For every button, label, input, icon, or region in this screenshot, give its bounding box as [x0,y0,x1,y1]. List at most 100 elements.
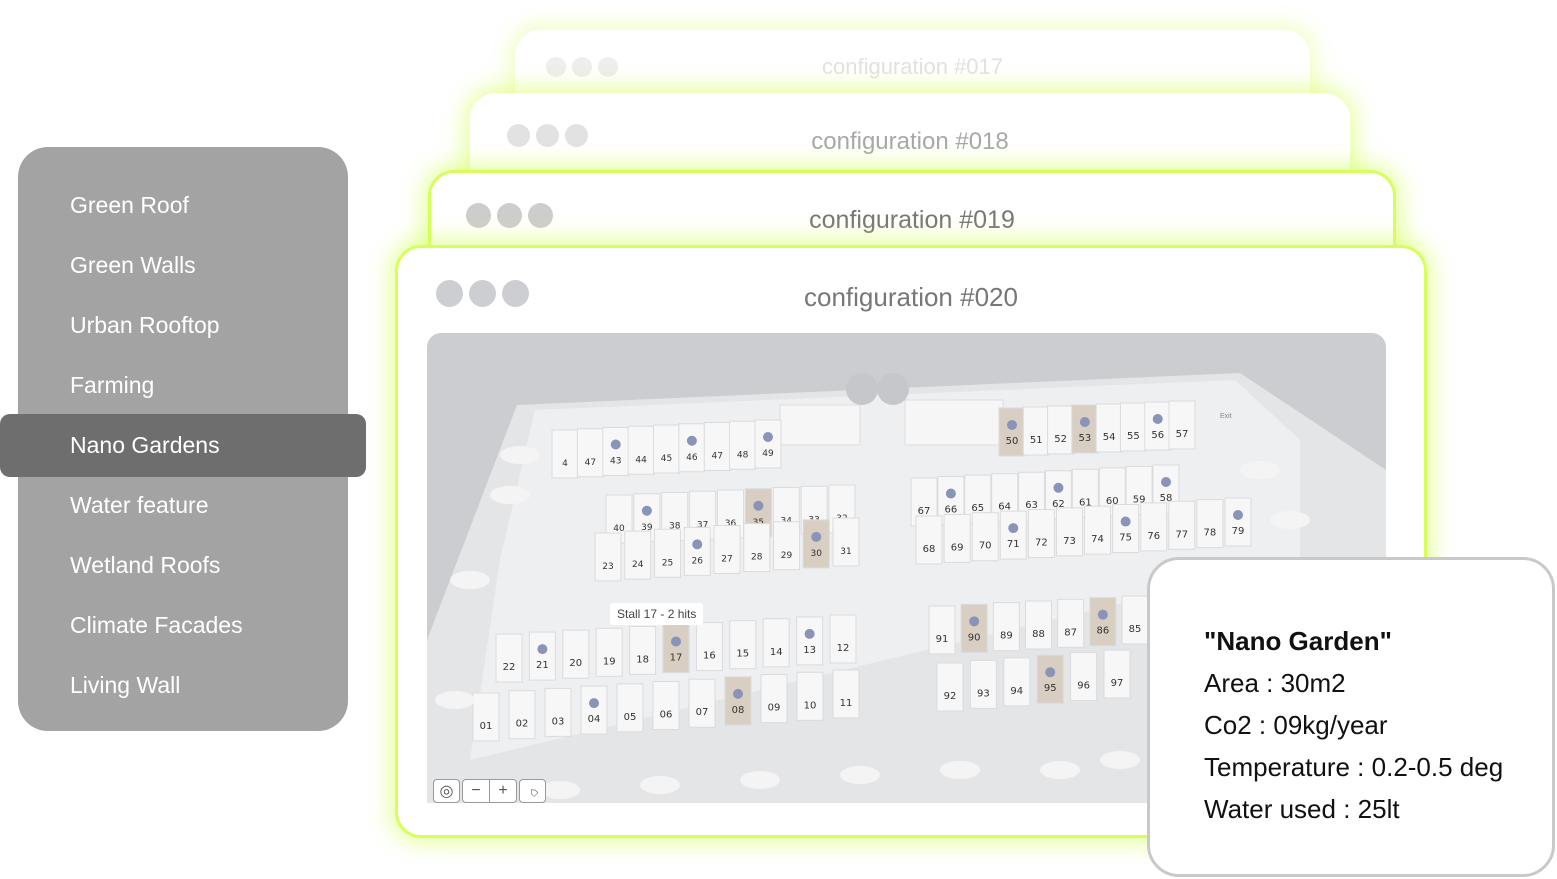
entrance-marker [846,373,878,405]
hit-marker [1045,667,1056,678]
table [1270,511,1310,529]
stall-10 [796,671,824,721]
stall-label: 47 [712,452,723,462]
stall-label: 74 [1091,534,1104,545]
zoom-out-button[interactable]: − [462,779,490,803]
stall-label: 14 [770,647,783,658]
sidebar-item-wetland-roofs[interactable]: Wetland Roofs [70,535,220,595]
stall-label: 24 [632,560,644,570]
stall-label: 01 [480,721,493,732]
stall-label: 06 [660,710,673,721]
hit-marker [811,531,822,542]
stall-label: 07 [696,707,709,718]
stall-label: 89 [1000,631,1013,642]
stall-label: 96 [1077,681,1090,692]
sidebar-item-nano-gardens[interactable]: Nano Gardens [0,414,366,477]
stall-89 [992,602,1020,652]
stall-77 [1168,500,1196,550]
stall-label: 22 [503,662,516,673]
stall-73 [1055,507,1083,557]
table [840,766,880,784]
tag-button[interactable]: ⌂ [519,779,546,803]
info-title: "Nano Garden" [1204,626,1392,656]
stall-69 [943,513,971,563]
stall-31 [832,517,860,567]
stall-51 [1022,406,1050,456]
stall-label: 11 [840,698,853,709]
stall-16 [695,622,723,672]
stall-72 [1027,508,1055,558]
window-title: configuration #018 [811,128,1009,155]
stall-label: 25 [662,558,673,568]
stall-label: 45 [661,454,672,464]
stall-44 [627,425,655,475]
table [1100,751,1140,769]
stall-21 [528,631,556,681]
table [940,761,980,779]
stall-label: 31 [840,547,851,557]
stall-label: 92 [944,691,957,702]
stall-label: 18 [636,654,649,665]
stall-label: 54 [1103,432,1116,443]
window-title: configuration #017 [821,54,1004,79]
stall-label: 05 [624,712,637,723]
table [1040,761,1080,779]
zoom-in-button[interactable]: + [489,779,517,803]
stall-85 [1121,595,1149,645]
hit-marker [1007,420,1017,430]
stall-label: 68 [923,544,936,555]
sidebar-item-climate-facades[interactable]: Climate Facades [70,595,243,655]
table [435,691,475,709]
table [450,571,490,589]
locate-button[interactable]: ◎ [433,779,460,803]
stall-label: 17 [670,653,683,664]
sidebar-item-green-walls[interactable]: Green Walls [70,235,196,295]
stall-label: 49 [762,449,774,459]
stall-70 [971,512,999,562]
stall-label: 08 [732,705,745,716]
stall-54 [1095,403,1123,453]
stall-label: 90 [968,632,981,643]
stall-08 [724,676,752,726]
stall-47 [703,422,731,471]
stall-label: 43 [610,457,621,467]
info-co2: Co2 : 09kg/year [1204,710,1388,740]
stall-01 [472,692,500,742]
stall-07 [688,678,716,728]
info-area: Area : 30m2 [1204,668,1346,698]
hit-marker [733,688,743,699]
stall-25 [654,528,681,578]
stall-56 [1144,401,1172,451]
stall-04 [580,685,608,735]
stall-18 [629,625,657,675]
stall-09 [760,674,788,724]
stall-13 [796,616,824,666]
hit-marker [1120,516,1131,527]
hit-marker [692,539,703,550]
sidebar-item-urban-rooftop[interactable]: Urban Rooftop [70,295,220,355]
stall-label: 10 [804,700,817,711]
hit-marker [641,505,652,516]
stall-label: 47 [585,458,596,468]
sidebar-item-water-feature[interactable]: Water feature [70,475,208,535]
stall-label: 76 [1147,531,1160,542]
stall-label: 16 [703,651,716,662]
stall-label: 56 [1151,430,1164,441]
stall-label: 97 [1111,678,1124,689]
stall-label: 88 [1032,629,1045,640]
window-title: configuration #020 [804,282,1018,312]
stall-71 [999,510,1027,560]
stall-label: 86 [1096,626,1109,637]
stall-90 [960,603,988,653]
stall-50 [998,407,1026,457]
sidebar-item-farming[interactable]: Farming [70,355,154,415]
stall-26 [683,526,711,576]
zoom-out-icon: − [471,782,481,799]
sidebar-item-green-roof[interactable]: Green Roof [70,175,189,235]
sidebar-item-label: Nano Gardens [70,432,220,458]
info-temperature: Temperature : 0.2-0.5 deg [1204,752,1504,782]
stall-97 [1103,649,1131,699]
table [500,446,540,464]
sidebar-item-living-wall[interactable]: Living Wall [70,655,180,715]
stall-86 [1089,597,1117,647]
